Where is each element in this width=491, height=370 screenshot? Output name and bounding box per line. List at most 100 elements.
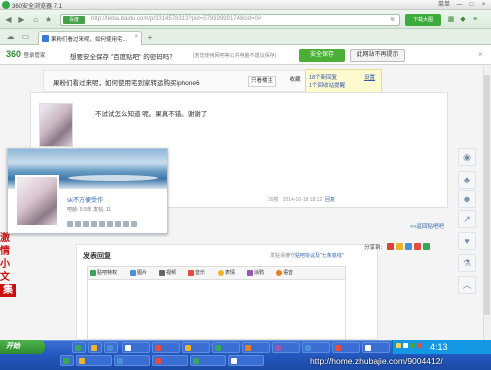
tool-doodle[interactable]: 涂鸦 (247, 269, 264, 276)
reply-editor[interactable] (87, 280, 346, 340)
taskbar-item[interactable] (88, 342, 102, 353)
recycle-bin-link[interactable]: 1个回收站提醒 (309, 81, 345, 89)
post-text: 不试试怎么知道 呢。果真不错。谢谢了 (95, 111, 208, 118)
back-icon[interactable]: ◀ (3, 14, 14, 25)
download-image-button[interactable]: 下载大图 (405, 14, 441, 26)
tool-voice[interactable]: 语音 (276, 269, 293, 276)
tab-list-icon[interactable]: ▭ (20, 31, 31, 42)
url-text[interactable]: http://tieba.baidu.com/p/3314578313?pid=… (91, 16, 261, 22)
address-bar[interactable]: 百度 http://tieba.baidu.com/p/3314578313?p… (60, 14, 400, 26)
taskbar-item[interactable] (362, 342, 390, 353)
poster-avatar[interactable] (39, 103, 73, 147)
taskbar-item[interactable] (242, 342, 270, 353)
taskbar-item[interactable] (190, 355, 226, 366)
menu-button[interactable]: 菜单 (436, 1, 452, 9)
back-to-top-icon[interactable]: ︿ (458, 276, 476, 294)
share-qq-icon[interactable] (405, 243, 412, 250)
secure-save-button[interactable]: 安全保存 (299, 49, 345, 62)
gift-icon[interactable]: ♣ (458, 171, 476, 189)
taskbar-item[interactable] (152, 342, 180, 353)
new-replies-link[interactable]: 18个新回复 (309, 73, 337, 81)
clock: 4:13 (430, 342, 448, 352)
extension-icon[interactable]: ≡ (470, 15, 480, 25)
flask-icon[interactable]: ⚗ (458, 254, 476, 272)
taskbar-item[interactable] (152, 355, 188, 366)
profile-action-icon[interactable] (123, 221, 129, 227)
tray-icon[interactable] (410, 343, 415, 348)
tool-emoji[interactable]: 表情 (218, 269, 235, 276)
share-renren-icon[interactable] (414, 243, 421, 250)
taskbar-item[interactable] (114, 355, 150, 366)
profile-action-icon[interactable] (107, 221, 113, 227)
taskbar-item[interactable] (302, 342, 330, 353)
browser-logo-icon (2, 1, 10, 9)
profile-action-icon[interactable] (91, 221, 97, 227)
only-owner-button[interactable]: 只看楼主 (248, 76, 276, 87)
close-button[interactable]: × (478, 1, 489, 9)
new-tab-icon[interactable]: + (145, 33, 155, 42)
tray-icon[interactable] (396, 343, 401, 348)
taskbar-item[interactable] (272, 342, 300, 353)
collect-button[interactable]: 收藏 (286, 76, 304, 87)
tool-image[interactable]: 图片 (130, 269, 147, 276)
favorite-icon[interactable]: ♥ (458, 232, 476, 250)
share-weibo-icon[interactable] (387, 243, 394, 250)
pet-icon[interactable]: ☻ (458, 190, 476, 208)
tieba-favicon-icon (42, 35, 49, 42)
taskbar-item[interactable] (122, 342, 150, 353)
start-button[interactable]: 开始 (0, 340, 45, 354)
profile-action-icon[interactable] (75, 221, 81, 227)
tab-active[interactable]: 果粉们看过来呢，如何使用宅... × (38, 31, 142, 45)
tab-bar: ☁ ▭ 果粉们看过来呢，如何使用宅... × + (0, 29, 491, 45)
tray-icon[interactable] (403, 343, 408, 348)
cloud-icon[interactable]: ☁ (5, 31, 16, 42)
tab-close-icon[interactable]: × (134, 34, 138, 40)
reply-rule-link[interactable]: 贴吧协议及"七条底线" (295, 253, 344, 259)
home-icon[interactable]: ⌂ (30, 14, 41, 25)
profile-action-icon[interactable] (83, 221, 89, 227)
taskbar-item[interactable] (104, 342, 118, 353)
profile-action-icon[interactable] (99, 221, 105, 227)
taskbar-item[interactable] (332, 342, 360, 353)
post-meta: 20楼 2014-10-18 18:12 回复 (268, 196, 335, 203)
favorite-star-icon[interactable]: ★ (43, 14, 54, 25)
minimize-button[interactable]: — (454, 1, 465, 9)
maximize-button[interactable]: □ (466, 1, 477, 9)
profile-avatar[interactable] (15, 175, 59, 227)
profile-action-icon[interactable] (67, 221, 73, 227)
tool-privilege[interactable]: 贴吧特权 (90, 269, 117, 276)
taskbar-item[interactable] (182, 342, 210, 353)
location-icon[interactable]: ◉ (458, 148, 476, 166)
share-wechat-icon[interactable] (423, 243, 430, 250)
profile-action-icon[interactable] (115, 221, 121, 227)
close-bar-icon[interactable]: × (478, 50, 483, 59)
no-hint-button[interactable]: 此网站不再提示 (350, 49, 405, 62)
site-badge: 百度 (63, 16, 85, 24)
notify-settings-link[interactable]: 设置 (364, 73, 375, 81)
window-title: 360安全浏览器 7.1 (12, 4, 63, 10)
side-ad-text[interactable]: 激情 小文 集 (0, 232, 16, 297)
taskbar-item[interactable] (60, 355, 74, 366)
back-to-list-link[interactable]: <<返回贴吧吧 (410, 222, 444, 230)
profile-action-icon[interactable] (131, 221, 137, 227)
side-ad-line-3: 集 (0, 284, 16, 297)
tab-label: 果粉们看过来呢，如何使用宅... (51, 37, 128, 43)
taskbar-item[interactable] (72, 342, 86, 353)
share-qzone-icon[interactable] (396, 243, 403, 250)
save-prompt-note: (若您使用网吧等公共电脑不建议保存) (193, 53, 277, 59)
post-reply-link[interactable]: 回复 (325, 197, 335, 203)
scrollbar-thumb[interactable] (484, 75, 490, 315)
tool-music[interactable]: 音乐 (188, 269, 205, 276)
taskbar-item[interactable] (76, 355, 112, 366)
tool-video[interactable]: 视频 (159, 269, 176, 276)
reply-rule: 发贴请遵守贴吧协议及"七条底线" (270, 253, 344, 259)
profile-username[interactable]: sk不方便受作 (67, 195, 103, 204)
forward-icon[interactable]: ▶ (16, 14, 27, 25)
tray-icon[interactable] (417, 343, 422, 348)
shield-icon[interactable]: ◆ (458, 15, 468, 25)
signal-icon: ≋ (389, 17, 396, 23)
share-icon[interactable]: ↗ (458, 210, 476, 228)
taskbar-item[interactable] (212, 342, 240, 353)
grid-icon[interactable]: ▦ (446, 15, 456, 25)
taskbar-item[interactable] (228, 355, 264, 366)
